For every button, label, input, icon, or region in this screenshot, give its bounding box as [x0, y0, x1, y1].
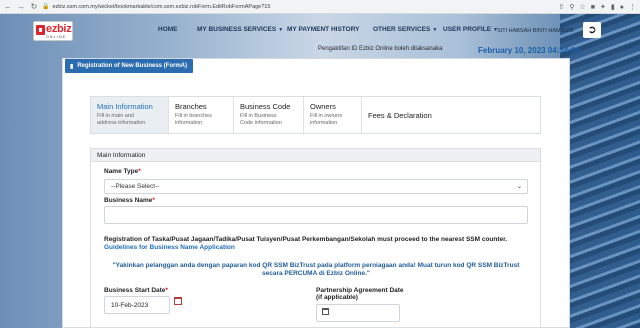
extension-icon[interactable]: ■	[591, 4, 595, 11]
building-background	[560, 14, 640, 328]
business-name-label: Business Name*	[104, 197, 155, 204]
address-bar[interactable]: ezbiz.ssm.com.my/wicket/bookmarkable/com…	[52, 4, 270, 10]
section-title: Main Information	[90, 148, 541, 162]
menu-icon[interactable]: ⋮	[629, 3, 636, 11]
step-main-information[interactable]: Main Information Fill in main and addres…	[91, 97, 169, 133]
start-date-input[interactable]: 10-Feb-2023	[104, 296, 170, 314]
star-icon[interactable]: ☆	[580, 3, 586, 11]
share-icon[interactable]: ⇧	[559, 3, 565, 11]
ssm-counter-notice: Registration of Taska/Pusat Jagaan/Tadik…	[104, 236, 508, 243]
name-type-select[interactable]: --Please Select-- ⌄	[104, 179, 528, 194]
registration-tab[interactable]: ▮ Registration of New Business (FormA)	[65, 59, 193, 73]
calendar-icon[interactable]	[174, 297, 182, 305]
biztrust-message: "Yakinkan pelanggan anda dengan paparan …	[112, 262, 520, 277]
user-name: SITI HABSAH BINTI HAMSURI	[497, 28, 574, 34]
sidebar-icon[interactable]: ▮	[611, 3, 615, 11]
nav-user-profile[interactable]: USER PROFILE ▼	[443, 26, 498, 33]
partnership-date-label: Partnership Agreement Date (if applicabl…	[316, 287, 404, 301]
ezbiz-logo[interactable]: ezbiz ONLINE	[33, 21, 73, 41]
calendar-icon[interactable]	[322, 308, 329, 315]
step-business-code[interactable]: Business Code Fill in Business Code info…	[234, 97, 304, 133]
logo-mark-icon	[36, 25, 45, 35]
zoom-icon[interactable]: ⚲	[569, 3, 574, 11]
logout-icon: ➲	[587, 23, 597, 36]
bookmark-icon: ▮	[70, 63, 74, 70]
business-name-input[interactable]	[104, 206, 528, 224]
step-branches[interactable]: Branches Fill in branches information	[169, 97, 234, 133]
step-fees-declaration[interactable]: Fees & Declaration	[362, 97, 442, 133]
caret-down-icon: ▼	[432, 27, 438, 33]
guidelines-link[interactable]: Guidelines for Business Name Application	[104, 244, 235, 251]
lock-icon[interactable]: 🔒	[42, 3, 49, 10]
logout-button[interactable]: ➲	[583, 22, 601, 38]
caret-down-icon: ▼	[278, 27, 284, 33]
nav-my-payment-history[interactable]: MY PAYMENT HISTORY	[287, 26, 359, 33]
current-datetime: February 10, 2023 04:34:09	[478, 46, 580, 55]
puzzle-icon[interactable]: ✦	[600, 3, 606, 11]
chevron-down-icon: ⌄	[516, 184, 522, 190]
name-type-label: Name Type*	[104, 168, 141, 175]
browser-toolbar: ← → ↻ 🔒 ezbiz.ssm.com.my/wicket/bookmark…	[0, 0, 640, 14]
reload-icon[interactable]: ↻	[30, 0, 38, 14]
marquee-notice: Pengaktifan ID Ezbiz Online boleh dilaks…	[318, 46, 443, 52]
form-wizard: Main Information Fill in main and addres…	[90, 96, 541, 134]
nav-my-business-services[interactable]: MY BUSINESS SERVICES ▼	[197, 26, 283, 33]
forward-icon[interactable]: →	[17, 0, 25, 14]
step-owners[interactable]: Owners Fill in owners information	[304, 97, 362, 133]
start-date-label: Business Start Date*	[104, 287, 168, 294]
nav-home[interactable]: HOME	[158, 26, 178, 33]
profile-icon[interactable]: ●	[620, 4, 624, 11]
nav-other-services[interactable]: OTHER SERVICES ▼	[373, 26, 437, 33]
back-icon[interactable]: ←	[4, 0, 12, 14]
